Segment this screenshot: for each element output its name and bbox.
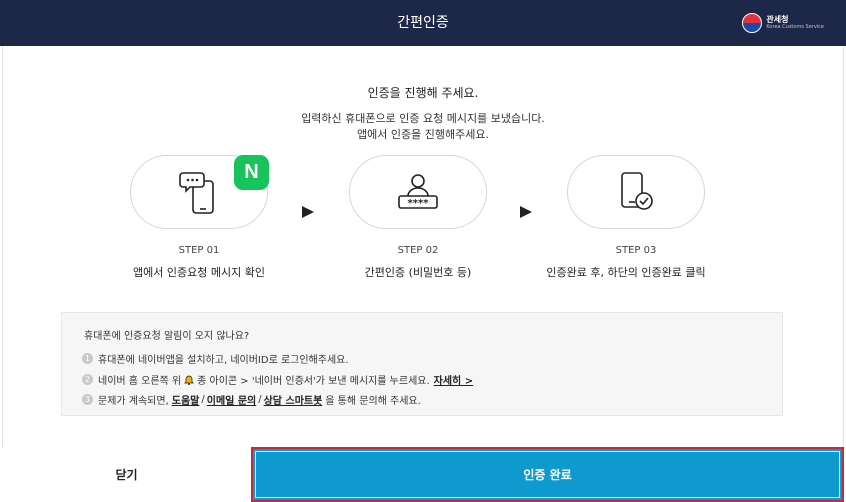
separator: /: [258, 394, 262, 405]
svg-text:****: ****: [408, 198, 430, 209]
taegeuk-icon: [742, 13, 763, 33]
help-row-1-text: 휴대폰에 네이버앱을 설치하고, 네이버ID로 로그인해주세요.: [98, 355, 349, 366]
phone-check-icon: [621, 172, 653, 210]
step-3-desc: 인증완료 후, 하단의 인증완료 클릭: [546, 266, 706, 279]
help-row-3-text-b: 을 통해 문의해 주세요.: [325, 396, 421, 407]
separator: /: [201, 394, 205, 405]
help-row-3: 3 문제가 계속되면, 도움말 / 이메일 문의 / 상담 스마트봇 을 통해 …: [82, 392, 421, 407]
help-row-2-text-a: 네이버 홈 오른쪽 위: [98, 376, 182, 387]
number-badge: 1: [82, 353, 93, 364]
smartbot-link[interactable]: 상담 스마트봇: [264, 392, 323, 407]
logo-name: 관세청: [766, 15, 789, 24]
arrow-right-icon: [302, 206, 314, 218]
confirm-auth-label: 인증 완료: [255, 451, 840, 498]
email-inquiry-link[interactable]: 이메일 문의: [207, 392, 256, 407]
close-button[interactable]: 닫기: [2, 447, 251, 502]
help-link[interactable]: 도움말: [172, 392, 200, 407]
intro-line-2: 앱에서 인증을 진행해주세요.: [357, 128, 489, 141]
intro-line-1: 입력하신 휴대폰으로 인증 요청 메시지를 보냈습니다.: [301, 112, 545, 125]
details-link[interactable]: 자세히 >: [434, 372, 473, 387]
step-2-circle: ****: [349, 155, 487, 229]
step-3-label: STEP 03: [615, 245, 657, 256]
logo-subtitle: Korea Customs Service: [766, 24, 824, 30]
customs-logo: 관세청 Korea Customs Service: [742, 13, 824, 33]
user-password-icon: ****: [398, 174, 438, 209]
step-2-label: STEP 02: [397, 245, 439, 256]
step-2-desc: 간편인증 (비밀번호 등): [364, 266, 472, 279]
help-title: 휴대폰에 인증요청 알림이 오지 않나요?: [84, 331, 250, 342]
step-1-label: STEP 01: [178, 245, 220, 256]
step-3-circle: [567, 155, 705, 229]
help-row-1: 1 휴대폰에 네이버앱을 설치하고, 네이버ID로 로그인해주세요.: [82, 351, 349, 366]
header-bar: 간편인증 관세청 Korea Customs Service: [0, 0, 846, 46]
phone-message-icon: [179, 172, 214, 214]
naver-badge-icon: N: [234, 155, 269, 190]
help-row-3-text-a: 문제가 계속되면,: [98, 396, 169, 407]
number-badge: 3: [82, 394, 93, 405]
intro-title: 인증을 진행해 주세요.: [367, 86, 479, 100]
bell-icon: [184, 375, 195, 385]
step-1-desc: 앱에서 인증요청 메시지 확인: [133, 266, 265, 279]
help-box: 휴대폰에 인증요청 알림이 오지 않나요? 1 휴대폰에 네이버앱을 설치하고,…: [61, 312, 783, 416]
help-row-2: 2 네이버 홈 오른쪽 위 종 아이콘 > '네이버 인증서'가 보낸 메시지를…: [82, 372, 473, 387]
number-badge: 2: [82, 374, 93, 385]
help-row-2-text-b: 종 아이콘 > '네이버 인증서'가 보낸 메시지를 누르세요.: [197, 376, 430, 387]
page-title: 간편인증: [397, 15, 449, 31]
confirm-auth-button[interactable]: 인증 완료: [251, 447, 844, 502]
arrow-right-icon: [520, 206, 532, 218]
